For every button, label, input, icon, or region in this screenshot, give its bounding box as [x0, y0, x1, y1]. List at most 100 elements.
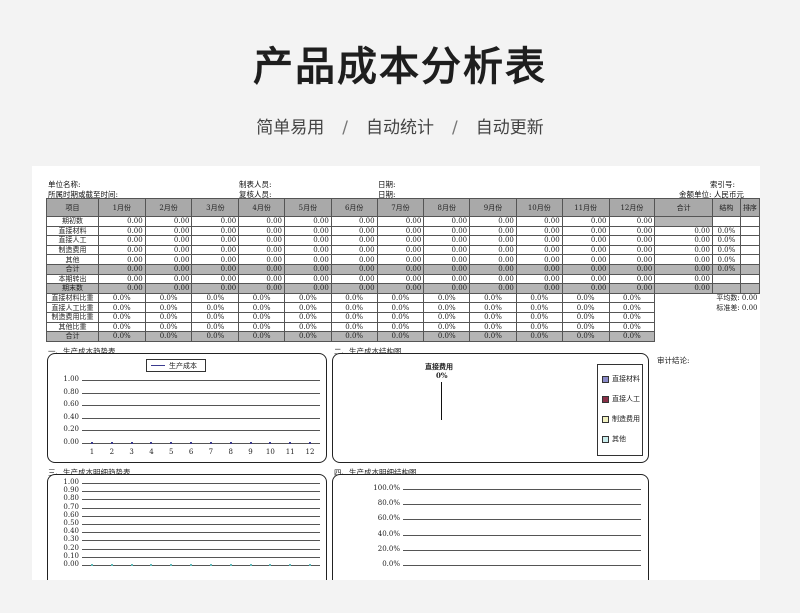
- month-cell: 0.00: [376, 225, 425, 237]
- month-cell: 0.00: [191, 225, 240, 237]
- month-cell: 0.00: [469, 273, 517, 285]
- month-cell: 0.00: [144, 283, 193, 294]
- column-header: 1月份: [97, 198, 146, 217]
- rank-cell: [739, 225, 760, 237]
- tag-separator: /: [452, 118, 458, 138]
- x-tick-label: 6: [188, 448, 194, 456]
- month-cell: 0.00: [284, 254, 332, 265]
- month-cell: 0.00: [515, 263, 563, 275]
- month-cell: 0.00: [97, 244, 146, 256]
- table-row: 合计 0.0% 0.0% 0.0% 0.0% 0.0% 0.0% 0.0% 0.0% 0.0% 0.…: [46, 331, 760, 342]
- legend-item-label: 其他: [612, 435, 626, 443]
- legend-item-label: 制造费用: [612, 415, 640, 423]
- table-row: 制造费用比重 0.0% 0.0% 0.0% 0.0% 0.0% 0.0% 0.0% 0.0% 0.…: [46, 311, 760, 323]
- structure-cell: 0.0%: [711, 235, 741, 246]
- side-stat: 标准差: 0.00: [654, 302, 760, 313]
- month-cell: 0.00: [97, 283, 146, 294]
- month-cell: 0.0%: [608, 311, 656, 323]
- month-cell: 0.0%: [469, 292, 517, 304]
- gridline: [82, 392, 320, 394]
- month-cell: 0.0%: [376, 311, 425, 323]
- x-tick-label: 5: [169, 448, 174, 456]
- detail-trend-chart: 1.00 0.90 0.80 0.70 0.60 0.50 0.40 0.30 0.20 0.10…: [47, 474, 327, 580]
- month-cell: 0.00: [515, 225, 563, 237]
- row-label: 其他: [46, 254, 99, 265]
- month-cell: 0.0%: [376, 292, 425, 304]
- series-point: [150, 442, 153, 444]
- rank-cell: [739, 254, 760, 265]
- month-cell: 0.00: [330, 244, 378, 256]
- month-cell: 0.0%: [376, 321, 425, 333]
- row-label: 直接人工: [46, 235, 99, 246]
- column-header: 项目: [46, 198, 99, 217]
- month-cell: 0.00: [376, 235, 425, 246]
- month-cell: 0.0%: [469, 302, 517, 313]
- series-point: [130, 442, 133, 444]
- column-header: 6月份: [330, 198, 378, 217]
- month-cell: 0.00: [330, 225, 378, 237]
- legend-item: 制造费用: [602, 414, 640, 424]
- month-cell: 0.0%: [608, 321, 656, 333]
- month-cell: 0.00: [469, 235, 517, 246]
- month-cell: 0.00: [191, 244, 240, 256]
- month-cell: 0.0%: [376, 331, 425, 342]
- y-tick-label: 40.0%: [377, 529, 400, 538]
- structure-cell: 0.0%: [711, 254, 741, 265]
- gridline: [82, 515, 320, 517]
- month-cell: 0.00: [144, 225, 193, 237]
- x-tick-label: 4: [149, 448, 154, 456]
- month-cell: 0.0%: [330, 292, 378, 304]
- legend-item: 直接人工: [602, 394, 640, 404]
- table-row: 期末数 0.00 0.00 0.00 0.00 0.00 0.00 0.00 0.00 0.00 0…: [46, 283, 760, 294]
- month-cell: 0.00: [608, 263, 656, 275]
- month-cell: 0.0%: [284, 292, 332, 304]
- gridline: [403, 519, 641, 521]
- y-tick-label: 60.0%: [377, 514, 400, 523]
- month-cell: 0.00: [284, 244, 332, 256]
- y-tick-label: 0.0%: [382, 560, 400, 568]
- series-point: [309, 564, 311, 566]
- tag-simple: 简单易用: [256, 118, 325, 138]
- month-cell: 0.0%: [191, 331, 240, 342]
- series-point: [229, 442, 232, 444]
- gridline: [82, 499, 320, 501]
- row-label: 本期转出: [46, 273, 99, 285]
- month-cell: 0.0%: [423, 302, 471, 313]
- month-cell: 0.00: [144, 254, 193, 265]
- trend-chart: 1.00 0.80 0.60 0.40 0.20 0.00 1 2 3 4 5 6 7 8 9 10 11 12 生…: [47, 353, 327, 463]
- x-tick-label: 2: [109, 448, 115, 456]
- row-label: 其他比重: [46, 321, 99, 333]
- gridline: [82, 540, 320, 542]
- month-cell: 0.00: [608, 216, 656, 227]
- month-cell: 0.00: [144, 273, 193, 285]
- gridline: [82, 483, 320, 484]
- table-row: 期初数 0.00 0.00 0.00 0.00 0.00 0.00 0.00 0.00 0.00 0…: [46, 216, 760, 227]
- month-cell: 0.00: [284, 263, 332, 275]
- y-tick-label: 0.70: [63, 502, 79, 511]
- series-point: [269, 442, 272, 444]
- month-cell: 0.00: [191, 235, 240, 246]
- month-cell: 0.0%: [144, 331, 193, 342]
- table-row: 直接材料比重 0.0% 0.0% 0.0% 0.0% 0.0% 0.0% 0.0% 0.0% 0.…: [46, 292, 760, 304]
- series-point: [229, 564, 232, 566]
- table-row: 其他 0.00 0.00 0.00 0.00 0.00 0.00 0.00 0.00 0.00 0.…: [46, 254, 760, 265]
- gridline: [82, 443, 320, 444]
- column-header: 11月份: [561, 198, 610, 217]
- legend-swatch: [602, 375, 609, 383]
- month-cell: 0.0%: [515, 311, 563, 323]
- tag-auto-update: 自动更新: [475, 118, 544, 138]
- column-header: 排序: [739, 198, 760, 217]
- month-cell: 0.00: [423, 263, 471, 275]
- month-cell: 0.00: [561, 216, 610, 227]
- rank-cell: [739, 235, 760, 246]
- gridline: [82, 524, 320, 525]
- table-row: 制造费用 0.00 0.00 0.00 0.00 0.00 0.00 0.00 0.00 0.00…: [46, 244, 760, 256]
- month-cell: 0.00: [515, 216, 563, 227]
- side-stat: [654, 331, 760, 342]
- structure-cell: [711, 216, 741, 227]
- month-cell: 0.00: [144, 235, 193, 246]
- month-cell: 0.00: [238, 235, 286, 246]
- y-tick-label: 0.60: [63, 400, 79, 409]
- gridline: [403, 504, 641, 506]
- month-cell: 0.0%: [376, 302, 425, 313]
